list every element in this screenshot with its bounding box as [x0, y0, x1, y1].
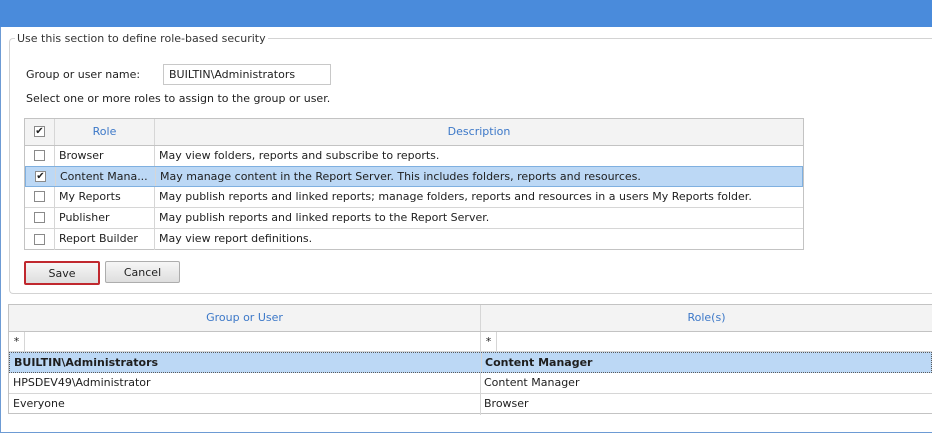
- role-name: Publisher: [55, 208, 155, 228]
- role-row-publisher[interactable]: Publisher May publish reports and linked…: [25, 208, 803, 229]
- role-description: May view report definitions.: [159, 232, 313, 245]
- role-name: My Reports: [55, 187, 155, 207]
- section-legend: Use this section to define role-based se…: [17, 32, 266, 45]
- role-name: Report Builder: [55, 229, 155, 250]
- assignment-roles: Browser: [484, 397, 529, 410]
- role-checkbox-report-builder[interactable]: [34, 233, 45, 245]
- role-checkbox-publisher[interactable]: [34, 212, 45, 223]
- role-name: Content Mana...: [56, 167, 156, 186]
- role-checkbox-browser[interactable]: [34, 150, 45, 161]
- assignment-row-builtin-administrators[interactable]: BUILTIN\Administrators Content Manager: [9, 352, 932, 373]
- description-column-header[interactable]: Description: [155, 119, 803, 145]
- window-frame-left: [0, 27, 1, 433]
- window-titlebar: [0, 0, 932, 27]
- assignment-row-everyone[interactable]: Everyone Browser: [9, 394, 932, 415]
- role-row-browser[interactable]: Browser May view folders, reports and su…: [25, 146, 803, 167]
- role-column-header[interactable]: Role: [55, 119, 155, 145]
- role-row-my-reports[interactable]: My Reports May publish reports and linke…: [25, 187, 803, 208]
- roles-column-header[interactable]: Role(s): [481, 305, 932, 331]
- role-description: May view folders, reports and subscribe …: [159, 149, 440, 162]
- roles-table-header: ✔ Role Description: [25, 119, 803, 146]
- save-button[interactable]: Save: [24, 261, 100, 285]
- select-roles-prompt: Select one or more roles to assign to th…: [26, 92, 331, 105]
- assignment-group: HPSDEV49\Administrator: [9, 373, 481, 393]
- role-checkbox-my-reports[interactable]: [34, 191, 45, 202]
- role-description: May publish reports and linked reports t…: [159, 211, 490, 224]
- role-checkbox-content-manager[interactable]: ✔: [35, 170, 46, 182]
- role-description: May publish reports and linked reports; …: [159, 190, 752, 203]
- group-user-input[interactable]: [163, 64, 331, 85]
- assignment-group: Everyone: [9, 394, 481, 415]
- assignment-roles: Content Manager: [484, 376, 580, 389]
- cancel-button[interactable]: Cancel: [105, 261, 180, 283]
- filter-row: * *: [9, 332, 932, 352]
- assignment-row-hpsdev49-administrator[interactable]: HPSDEV49\Administrator Content Manager: [9, 373, 932, 394]
- select-all-checkbox[interactable]: ✔: [34, 126, 45, 137]
- roles-table: ✔ Role Description Browser May view fold…: [24, 118, 804, 250]
- assignment-roles: Content Manager: [485, 356, 593, 369]
- role-row-content-manager[interactable]: ✔ Content Mana... May manage content in …: [25, 166, 803, 187]
- role-description: May manage content in the Report Server.…: [160, 170, 641, 183]
- assignments-table: Group or User Role(s) * * BUILTIN\Admini…: [8, 304, 932, 415]
- assignment-group: BUILTIN\Administrators: [10, 353, 482, 372]
- role-row-report-builder[interactable]: Report Builder May view report definitio…: [25, 229, 803, 250]
- group-user-label: Group or user name:: [26, 68, 141, 81]
- assignments-table-header: Group or User Role(s): [9, 305, 932, 332]
- role-name: Browser: [55, 146, 155, 166]
- roles-filter-marker[interactable]: *: [481, 332, 497, 351]
- group-filter-marker[interactable]: *: [9, 332, 25, 351]
- group-user-column-header[interactable]: Group or User: [9, 305, 481, 331]
